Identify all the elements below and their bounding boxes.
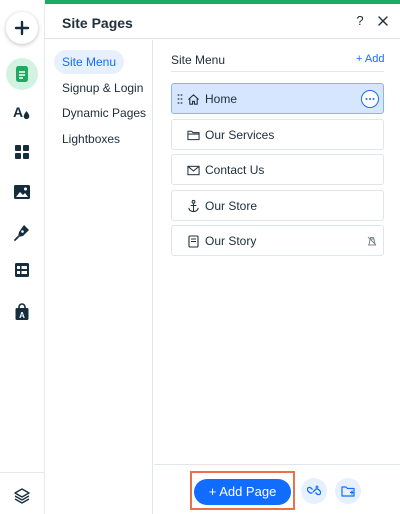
envelope-icon [186,163,200,177]
help-button[interactable]: ? [352,13,368,29]
content-title: Site Menu [171,53,226,67]
add-folder-button[interactable] [335,478,361,504]
page-label: Contact Us [205,163,265,177]
plus-icon [14,20,30,36]
drag-handle-icon[interactable] [177,93,183,105]
page-actions-button[interactable] [361,90,379,108]
anchor-icon [186,199,200,213]
pages-button[interactable] [6,58,38,90]
close-button[interactable] [375,13,391,29]
document-icon [186,234,200,248]
panel-title: Site Pages [62,15,133,31]
nav-item-site-menu[interactable]: Site Menu [54,50,125,74]
layers-icon [14,488,30,504]
theme-icon: A [13,104,30,120]
page-label: Home [205,92,238,106]
pen-icon [14,225,29,241]
media-button[interactable] [6,176,38,208]
hidden-page-icon [367,236,377,246]
page-label: Our Services [205,128,275,142]
apps-icon [15,145,29,159]
page-icon [16,66,28,82]
folder-icon [186,128,200,142]
add-menu-item-link[interactable]: + Add [356,53,384,65]
page-label: Our Story [205,234,257,248]
page-item-our-store[interactable]: Our Store [171,190,384,221]
home-icon [186,92,200,106]
panel-header: Site Pages ? [45,4,400,39]
pages-nav: Site Menu Signup & Login Dynamic Pages L… [45,40,153,514]
cms-button[interactable] [6,254,38,286]
page-label: Our Store [205,199,258,213]
add-page-button[interactable]: + Add Page [194,479,291,505]
panel-footer: + Add Page [154,464,400,514]
blog-button[interactable] [6,216,38,248]
toolbar-divider [0,472,45,473]
page-item-our-story[interactable]: Our Story [171,225,384,256]
add-folder-icon [340,485,355,497]
svg-text:A: A [13,104,23,120]
page-item-our-services[interactable]: Our Services [171,119,384,150]
page-item-home[interactable]: Home [171,83,384,114]
svg-text:A: A [19,311,25,320]
content-divider [171,71,384,72]
more-dots-icon [365,98,375,100]
media-icon [14,185,30,199]
add-elements-button[interactable] [6,12,38,44]
left-toolbar: A A [0,0,45,514]
nav-item-signup-login[interactable]: Signup & Login [54,76,151,100]
close-icon [378,16,388,26]
page-item-contact-us[interactable]: Contact Us [171,154,384,185]
link-icon [307,485,321,496]
table-icon [15,263,29,277]
site-menu-content: Site Menu + Add Home Our Services Contac… [154,40,400,464]
add-link-button[interactable] [301,478,327,504]
nav-item-dynamic-pages[interactable]: Dynamic Pages [54,101,154,125]
site-pages-panel: Site Pages ? Site Menu Signup & Login Dy… [45,0,400,514]
layers-button[interactable] [6,480,38,512]
apps-button[interactable] [6,136,38,168]
theme-button[interactable]: A [6,96,38,128]
bag-icon: A [15,303,29,320]
store-button[interactable]: A [6,296,38,328]
nav-item-lightboxes[interactable]: Lightboxes [54,127,128,151]
